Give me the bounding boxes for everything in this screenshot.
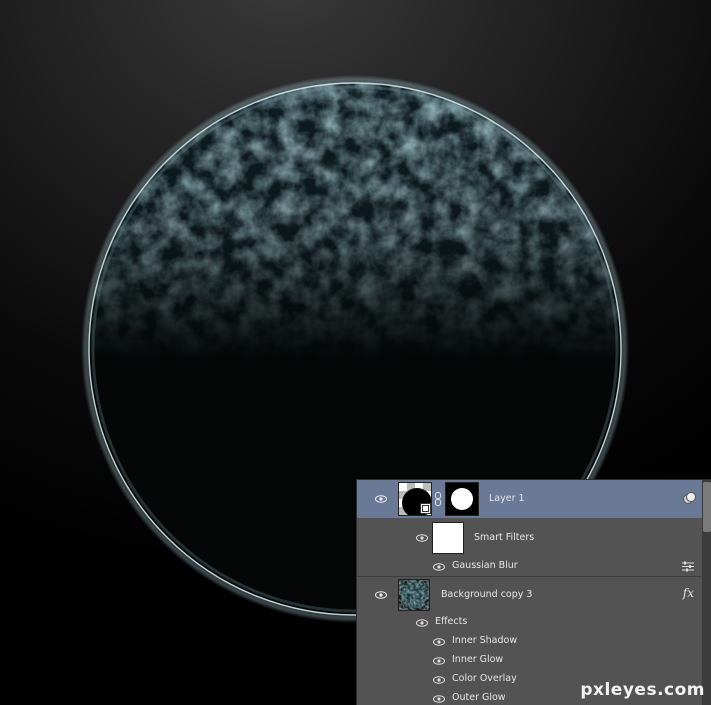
- visibility-eye-icon[interactable]: [433, 638, 445, 646]
- effect-name[interactable]: Inner Glow: [452, 654, 503, 665]
- effects-row[interactable]: Effects: [357, 613, 702, 632]
- layer-name[interactable]: Background copy 3: [441, 589, 532, 600]
- layers-panel: Layer 1 Smart Filters Gaussian Blur Back…: [356, 479, 711, 705]
- visibility-eye-icon[interactable]: [416, 534, 428, 542]
- effect-name[interactable]: Outer Glow: [452, 692, 506, 703]
- effect-name[interactable]: Inner Shadow: [452, 635, 517, 646]
- layer-thumbnail[interactable]: [398, 579, 430, 611]
- fx-badge[interactable]: fx: [683, 586, 694, 600]
- smart-object-badge-icon: [683, 492, 696, 504]
- layer-row-background-copy-3[interactable]: Background copy 3 fx: [357, 577, 702, 613]
- planet-texture-thumbnail: [401, 582, 427, 608]
- effect-row-inner-glow[interactable]: Inner Glow: [357, 651, 702, 670]
- visibility-eye-icon[interactable]: [433, 695, 445, 703]
- smart-filter-mask-thumbnail[interactable]: [432, 522, 464, 554]
- layer-name[interactable]: Layer 1: [489, 493, 525, 504]
- visibility-eye-icon[interactable]: [416, 619, 428, 627]
- layers-scrollbar[interactable]: [702, 480, 711, 705]
- visibility-eye-icon[interactable]: [433, 676, 445, 684]
- visibility-eye-icon[interactable]: [433, 563, 445, 571]
- effects-label: Effects: [435, 616, 468, 627]
- filter-name[interactable]: Gaussian Blur: [452, 560, 518, 571]
- scrollbar-thumb[interactable]: [703, 482, 711, 532]
- visibility-eye-icon[interactable]: [375, 591, 387, 599]
- visibility-eye-icon[interactable]: [433, 657, 445, 665]
- effect-row-inner-shadow[interactable]: Inner Shadow: [357, 632, 702, 651]
- layer-row-layer-1[interactable]: Layer 1: [357, 480, 702, 518]
- smart-filters-label: Smart Filters: [474, 532, 535, 543]
- effect-name[interactable]: Color Overlay: [452, 673, 517, 684]
- chain-link-icon[interactable]: [434, 492, 442, 506]
- filter-options-icon[interactable]: [682, 561, 694, 572]
- smart-object-icon: [420, 503, 431, 514]
- mask-circle-shape: [451, 488, 473, 510]
- filter-row-gaussian-blur[interactable]: Gaussian Blur: [357, 558, 702, 576]
- visibility-eye-icon[interactable]: [375, 495, 387, 503]
- layer-mask-thumbnail[interactable]: [445, 482, 479, 516]
- smart-filters-row[interactable]: Smart Filters: [357, 518, 702, 558]
- watermark-text: pxleyes.com: [580, 680, 705, 700]
